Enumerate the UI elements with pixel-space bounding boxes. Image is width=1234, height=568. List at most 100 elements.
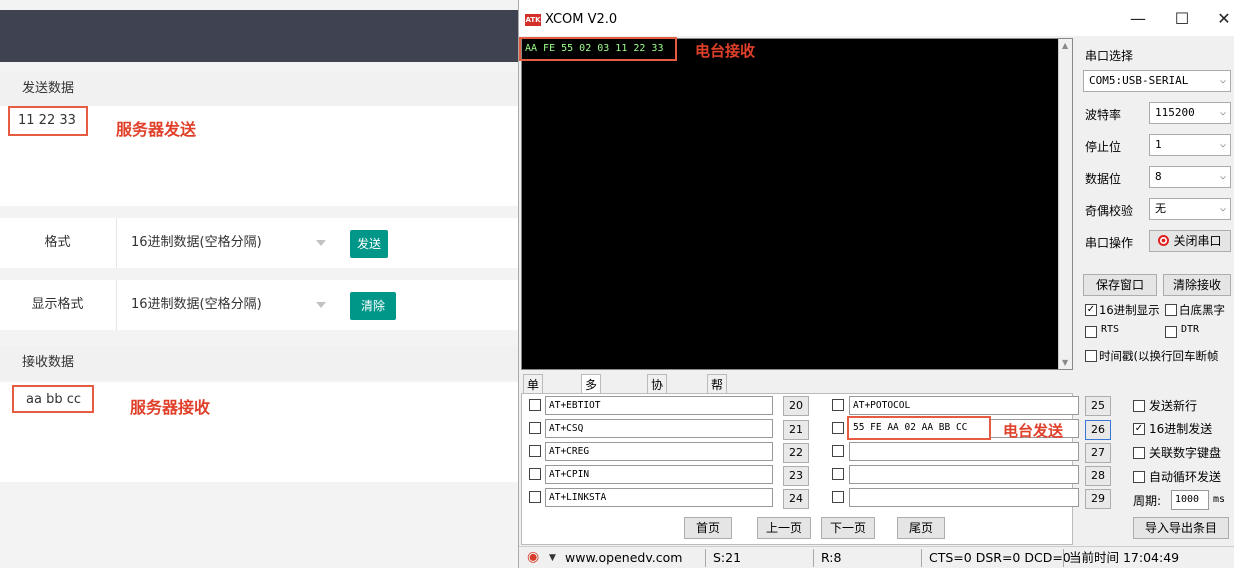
format-label: 格式 [44,235,71,250]
parity-value: 无 [1155,202,1166,215]
tab-single-send[interactable]: 单条发送 [523,374,544,452]
tab-help[interactable]: 帮助 [707,374,728,412]
link-keyboard-checkbox[interactable] [1133,447,1145,459]
hex-send-checkbox[interactable]: ✓ [1133,423,1145,435]
minimize-button[interactable]: — [1123,8,1153,30]
receive-textarea[interactable]: AA FE 55 02 03 11 22 33 ▲ ▼ [521,38,1073,370]
clear-receive-button[interactable]: 清除接收 [1163,274,1231,296]
row-checkbox[interactable] [832,422,844,434]
chevron-down-icon [316,302,326,308]
row-input[interactable] [849,488,1079,507]
row-input[interactable]: AT+CPIN [545,465,773,484]
settings-icon[interactable]: ◉ [527,549,539,567]
tab-multi-send[interactable]: 多条发送 [581,374,602,452]
port-value: COM5:USB-SERIAL [1089,74,1189,87]
row-checkbox[interactable] [832,468,844,480]
row-send-button[interactable]: 27 [1085,443,1111,463]
period-label: 周期: [1133,494,1162,508]
port-status-icon [1158,235,1170,246]
next-page-button[interactable]: 下一页 [821,517,875,539]
status-bar: ◉ ▼ www.openedv.com S:21 R:8 CTS=0 DSR=0… [519,546,1234,568]
timestamp-label: 时间戳(以换行回车断帧 [1099,349,1219,363]
close-button[interactable]: ✕ [1209,8,1234,30]
row-checkbox[interactable] [832,399,844,411]
white-bg-label: 白底黑字 [1179,303,1225,317]
chevron-down-icon[interactable]: ▼ [549,549,556,567]
parity-select[interactable]: 无 ⌵ [1149,198,1231,220]
save-window-button[interactable]: 保存窗口 [1083,274,1157,296]
hex-display-checkbox[interactable]: ✓ [1085,304,1097,316]
display-format-value: 16进制数据(空格分隔) [131,297,262,312]
baud-value: 115200 [1155,106,1195,119]
row-input[interactable]: AT+POTOCOL [849,396,1079,415]
row-input[interactable] [849,465,1079,484]
row-checkbox[interactable] [529,422,541,434]
website-link[interactable]: www.openedv.com [565,549,682,567]
send-button[interactable]: 发送 [350,230,388,258]
receive-value[interactable]: aa bb cc [12,385,94,413]
row-checkbox[interactable] [832,445,844,457]
receive-highlight-box [519,37,677,61]
dtr-checkbox[interactable] [1165,326,1177,338]
timestamp-checkbox[interactable] [1085,350,1097,362]
import-export-button[interactable]: 导入导出条目 [1133,517,1229,539]
row-send-button[interactable]: 25 [1085,396,1111,416]
link-keyboard-label: 关联数字键盘 [1149,446,1222,460]
row-input[interactable]: AT+CREG [545,442,773,461]
row-send-button[interactable]: 23 [783,466,809,486]
row-input[interactable]: AT+LINKSTA [545,488,773,507]
clear-button[interactable]: 清除 [350,292,396,320]
send-newline-checkbox[interactable] [1133,400,1145,412]
status-divider [1063,549,1064,567]
send-value[interactable]: 11 22 33 [8,106,88,136]
format-select[interactable]: 16进制数据(空格分隔) [116,218,338,268]
baud-select[interactable]: 115200 ⌵ [1149,102,1231,124]
row-send-button[interactable]: 29 [1085,489,1111,509]
auto-loop-label: 自动循环发送 [1149,470,1222,484]
row-checkbox[interactable] [832,491,844,503]
row-input[interactable]: AT+CSQ [545,419,773,438]
rts-label: RTS [1101,324,1120,335]
send-section-title: 发送数据 [0,72,520,106]
row-checkbox[interactable] [529,491,541,503]
prev-page-button[interactable]: 上一页 [757,517,811,539]
period-input[interactable]: 1000 [1171,490,1209,510]
display-format-label: 显示格式 [31,297,84,312]
rts-checkbox[interactable] [1085,326,1097,338]
row-send-button[interactable]: 28 [1085,466,1111,486]
web-panel: 发送数据 11 22 33 服务器发送 格式 16进制数据(空格分隔) 发送 显… [0,0,520,568]
last-page-button[interactable]: 尾页 [897,517,945,539]
format-row: 格式 16进制数据(空格分隔) 发送 [0,218,520,268]
data-bits-select[interactable]: 8 ⌵ [1149,166,1231,188]
maximize-button[interactable]: ☐ [1167,8,1197,30]
stop-bits-select[interactable]: 1 ⌵ [1149,134,1231,156]
row-checkbox[interactable] [529,445,541,457]
status-divider [921,549,922,567]
server-send-annotation: 服务器发送 [116,120,197,139]
stop-bits-label: 停止位 [1085,140,1122,154]
scroll-down-icon[interactable]: ▼ [1062,358,1068,367]
tab-protocol[interactable]: 协议传输 [647,374,668,452]
port-select[interactable]: COM5:USB-SERIAL ⌵ [1083,70,1231,92]
row-send-button[interactable]: 22 [783,443,809,463]
row-input[interactable]: AT+EBTIOT [545,396,773,415]
scroll-up-icon[interactable]: ▲ [1062,41,1068,50]
row-input[interactable] [849,442,1079,461]
auto-loop-checkbox[interactable] [1133,471,1145,483]
format-value: 16进制数据(空格分隔) [131,235,262,250]
row-send-button[interactable]: 20 [783,396,809,416]
row-send-button[interactable]: 24 [783,489,809,509]
row-checkbox[interactable] [529,399,541,411]
data-bits-value: 8 [1155,170,1162,183]
first-page-button[interactable]: 首页 [684,517,732,539]
radio-send-value[interactable]: 55 FE AA 02 AA BB CC [847,416,991,440]
row-send-button[interactable]: 26 [1085,420,1111,440]
close-port-button[interactable]: 关闭串口 [1149,230,1231,252]
white-bg-checkbox[interactable] [1165,304,1177,316]
row-checkbox[interactable] [529,468,541,480]
receive-scrollbar[interactable]: ▲ ▼ [1058,39,1072,369]
current-time: 当前时间 17:04:49 [1069,550,1180,565]
display-format-select[interactable]: 16进制数据(空格分隔) [116,280,338,330]
port-select-label: 串口选择 [1085,49,1134,63]
row-send-button[interactable]: 21 [783,420,809,440]
